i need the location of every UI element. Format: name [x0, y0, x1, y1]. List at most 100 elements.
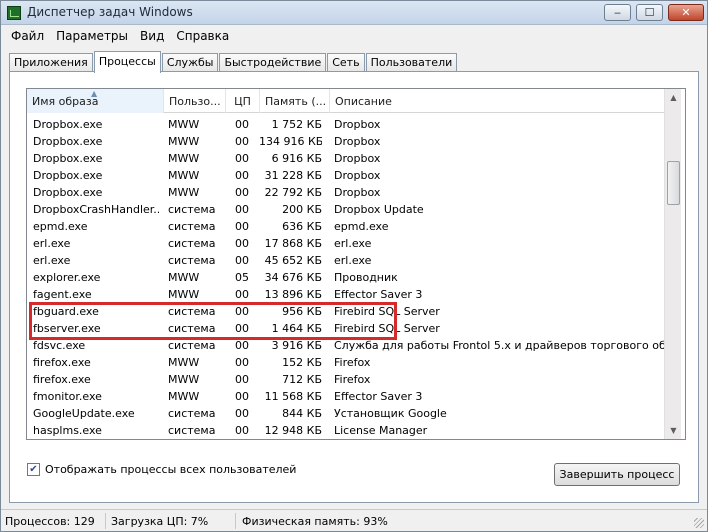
menu-file[interactable]: Файл	[5, 29, 50, 43]
process-row[interactable]: Dropbox.exe MWW 00 22 792 КБ Dropbox	[27, 185, 664, 202]
process-name: Dropbox.exe	[33, 118, 103, 131]
process-cpu: 00	[235, 356, 249, 369]
process-user: система	[168, 339, 216, 352]
menu-help[interactable]: Справка	[170, 29, 235, 43]
process-user: система	[168, 424, 216, 437]
window-title: Диспетчер задач Windows	[27, 5, 193, 19]
process-description: epmd.exe	[334, 220, 389, 233]
process-row[interactable]: Dropbox.exe MWW 00 134 916 КБ Dropbox	[27, 134, 664, 151]
process-cpu: 00	[235, 407, 249, 420]
process-user: система	[168, 407, 216, 420]
close-button[interactable]: ✕	[668, 4, 704, 21]
process-cpu: 00	[235, 220, 249, 233]
list-header: ▲ Имя образа Пользо... ЦП Память (... Оп…	[27, 89, 664, 113]
process-memory: 13 896 КБ	[264, 288, 322, 301]
tab-applications[interactable]: Приложения	[9, 53, 93, 72]
column-user[interactable]: Пользо...	[164, 89, 226, 113]
maximize-button[interactable]: ☐	[636, 4, 663, 21]
process-name: erl.exe	[33, 254, 71, 267]
process-cpu: 00	[235, 424, 249, 437]
process-memory: 636 КБ	[282, 220, 322, 233]
menu-bar: Файл Параметры Вид Справка	[1, 26, 707, 46]
process-memory: 152 КБ	[282, 356, 322, 369]
process-name: firefox.exe	[33, 356, 91, 369]
tab-networking[interactable]: Сеть	[327, 53, 365, 72]
process-memory: 34 676 КБ	[264, 271, 322, 284]
process-name: Dropbox.exe	[33, 169, 103, 182]
process-list[interactable]: ▲ Имя образа Пользо... ЦП Память (... Оп…	[26, 88, 686, 440]
process-row[interactable]: explorer.exe MWW 05 34 676 КБ Проводник	[27, 270, 664, 287]
process-description: Dropbox	[334, 152, 381, 165]
process-row[interactable]: erl.exe система 00 17 868 КБ erl.exe	[27, 236, 664, 253]
show-all-users-option[interactable]: ✔ Отображать процессы всех пользователей	[27, 463, 296, 476]
process-user: MWW	[168, 169, 200, 182]
process-name: DropboxCrashHandler....	[33, 203, 159, 216]
column-image-name[interactable]: ▲ Имя образа	[27, 89, 164, 113]
process-row[interactable]: hasplms.exe система 00 12 948 КБ License Man…	[27, 423, 664, 439]
process-user: MWW	[168, 288, 200, 301]
column-description[interactable]: Описание	[330, 89, 664, 113]
process-row[interactable]: Dropbox.exe MWW 00 31 228 КБ Dropbox	[27, 168, 664, 185]
scroll-up-icon[interactable]: ▲	[665, 89, 682, 106]
vertical-scrollbar[interactable]: ▲ ▼	[664, 89, 681, 439]
menu-view[interactable]: Вид	[134, 29, 170, 43]
end-process-button[interactable]: Завершить процесс	[554, 463, 680, 486]
process-cpu: 00	[235, 254, 249, 267]
process-name: epmd.exe	[33, 220, 88, 233]
process-user: MWW	[168, 186, 200, 199]
tab-services[interactable]: Службы	[161, 53, 219, 72]
process-row[interactable]: GoogleUpdate.exe система 00 844 КБ Установщи…	[27, 406, 664, 423]
tab-performance[interactable]: Быстродействие	[219, 53, 327, 72]
process-description: Dropbox	[334, 169, 381, 182]
process-cpu: 00	[235, 288, 249, 301]
column-label: Имя образа	[32, 95, 99, 108]
process-memory: 11 568 КБ	[264, 390, 322, 403]
task-manager-icon	[7, 6, 21, 20]
process-user: система	[168, 254, 216, 267]
process-memory: 1 752 КБ	[271, 118, 322, 131]
process-name: fmonitor.exe	[33, 390, 102, 403]
tab-users[interactable]: Пользователи	[365, 53, 458, 72]
tab-processes[interactable]: Процессы	[93, 51, 161, 73]
process-row[interactable]: fmonitor.exe MWW 00 11 568 КБ Effector Saver…	[27, 389, 664, 406]
process-row[interactable]: fdsvc.exe система 00 3 916 КБ Служба для раб…	[27, 338, 664, 355]
column-cpu[interactable]: ЦП	[226, 89, 260, 113]
process-user: MWW	[168, 152, 200, 165]
process-description: Effector Saver 3	[334, 288, 423, 301]
process-description: Dropbox	[334, 135, 381, 148]
process-description: Проводник	[334, 271, 398, 284]
show-all-users-checkbox[interactable]: ✔	[27, 463, 40, 476]
status-cpu-usage: Загрузка ЦП: 7%	[111, 515, 209, 528]
status-bar: Процессов: 129 Загрузка ЦП: 7% Физическа…	[1, 509, 707, 531]
process-description: Firefox	[334, 356, 371, 369]
process-user: система	[168, 203, 216, 216]
process-row[interactable]: firefox.exe MWW 00 712 КБ Firefox	[27, 372, 664, 389]
process-name: erl.exe	[33, 237, 71, 250]
process-row[interactable]: firefox.exe MWW 00 152 КБ Firefox	[27, 355, 664, 372]
process-cpu: 00	[235, 186, 249, 199]
process-description: Установщик Google	[334, 407, 447, 420]
scroll-thumb[interactable]	[667, 161, 680, 205]
process-memory: 200 КБ	[282, 203, 322, 216]
process-user: MWW	[168, 373, 200, 386]
process-description: Firefox	[334, 373, 371, 386]
process-row[interactable]: erl.exe система 00 45 652 КБ erl.exe	[27, 253, 664, 270]
process-row[interactable]: epmd.exe система 00 636 КБ epmd.exe	[27, 219, 664, 236]
process-memory: 45 652 КБ	[264, 254, 322, 267]
tab-strip: Приложения Процессы Службы Быстродействи…	[9, 51, 458, 73]
sort-ascending-icon: ▲	[91, 89, 98, 98]
process-row[interactable]: Dropbox.exe MWW 00 6 916 КБ Dropbox	[27, 151, 664, 168]
highlight-annotation	[29, 302, 397, 340]
resize-grip-icon[interactable]	[694, 518, 704, 528]
process-name: firefox.exe	[33, 373, 91, 386]
scroll-down-icon[interactable]: ▼	[665, 422, 682, 439]
process-row[interactable]: Dropbox.exe MWW 00 1 752 КБ Dropbox	[27, 117, 664, 134]
minimize-button[interactable]: ‒	[604, 4, 631, 21]
column-memory[interactable]: Память (...	[260, 89, 330, 113]
process-name: hasplms.exe	[33, 424, 102, 437]
menu-options[interactable]: Параметры	[50, 29, 134, 43]
process-row[interactable]: DropboxCrashHandler.... система 00 200 КБ Dr…	[27, 202, 664, 219]
process-name: explorer.exe	[33, 271, 101, 284]
process-memory: 3 916 КБ	[271, 339, 322, 352]
title-bar[interactable]: Диспетчер задач Windows ‒ ☐ ✕	[1, 1, 707, 25]
